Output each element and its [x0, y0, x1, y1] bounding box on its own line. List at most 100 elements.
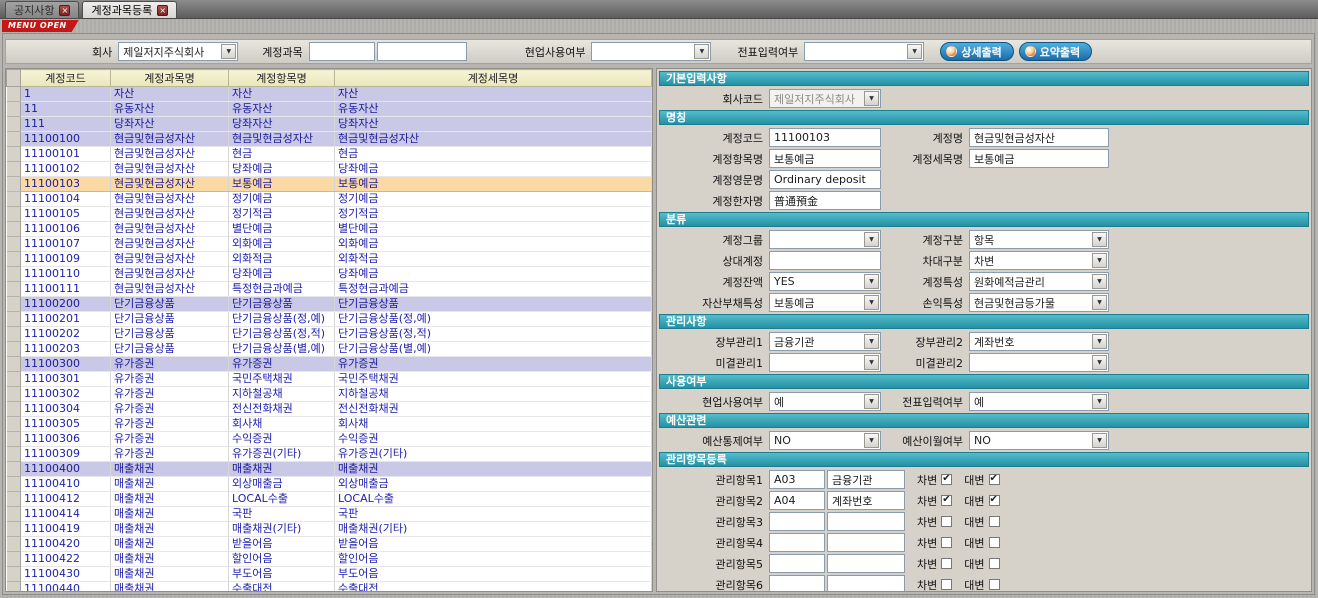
close-icon[interactable]: ×: [157, 5, 168, 16]
row-selector[interactable]: [7, 282, 21, 297]
account-group-select[interactable]: ▼: [769, 230, 881, 249]
field-use-select[interactable]: 예 ▼: [769, 392, 881, 411]
credit-checkbox[interactable]: [989, 537, 1000, 548]
column-header-item-name[interactable]: 계정항목명: [229, 70, 335, 87]
table-row[interactable]: 11100302유가증권지하철공채지하철공채: [7, 387, 652, 402]
slip-input-filter-select[interactable]: ▼: [804, 42, 924, 61]
open-mgmt1-select[interactable]: ▼: [769, 353, 881, 372]
field-use-filter-select[interactable]: ▼: [591, 42, 711, 61]
row-selector[interactable]: [7, 342, 21, 357]
debit-credit-division-select[interactable]: 차변 ▼: [969, 251, 1109, 270]
table-row[interactable]: 11100200단기금융상품단기금융상품단기금융상품: [7, 297, 652, 312]
table-row[interactable]: 11100414매출채권국판국판: [7, 507, 652, 522]
hanja-name-field[interactable]: [769, 191, 881, 210]
budget-control-select[interactable]: NO ▼: [769, 431, 881, 450]
tab-account-registration[interactable]: 계정과목등록 ×: [82, 1, 177, 18]
row-selector[interactable]: [7, 402, 21, 417]
credit-checkbox[interactable]: [989, 558, 1000, 569]
row-selector[interactable]: [7, 537, 21, 552]
table-row[interactable]: 11100309유가증권유가증권(기타)유가증권(기타): [7, 447, 652, 462]
table-row[interactable]: 11100422매출채권할인어음할인어음: [7, 552, 652, 567]
row-selector[interactable]: [7, 102, 21, 117]
row-selector[interactable]: [7, 297, 21, 312]
credit-checkbox[interactable]: [989, 579, 1000, 590]
row-selector[interactable]: [7, 87, 21, 102]
table-row[interactable]: 11100103현금및현금성자산보통예금보통예금: [7, 177, 652, 192]
row-selector[interactable]: [7, 462, 21, 477]
chevron-down-icon[interactable]: ▼: [1092, 355, 1107, 370]
row-selector[interactable]: [7, 552, 21, 567]
column-header-detail-name[interactable]: 계정세목명: [335, 70, 652, 87]
asset-liability-trait-select[interactable]: 보통예금 ▼: [769, 293, 881, 312]
menu-open-button[interactable]: MENU OPEN: [2, 20, 79, 32]
chevron-down-icon[interactable]: ▼: [1092, 253, 1107, 268]
row-selector[interactable]: [7, 372, 21, 387]
credit-checkbox[interactable]: [989, 474, 1000, 485]
slip-input-select[interactable]: 예 ▼: [969, 392, 1109, 411]
book-mgmt2-select[interactable]: 계좌번호 ▼: [969, 332, 1109, 351]
row-selector[interactable]: [7, 522, 21, 537]
table-row[interactable]: 11100430매출채권부도어음부도어음: [7, 567, 652, 582]
chevron-down-icon[interactable]: ▼: [1092, 433, 1107, 448]
chevron-down-icon[interactable]: ▼: [694, 44, 709, 59]
account-balance-select[interactable]: YES ▼: [769, 272, 881, 291]
chevron-down-icon[interactable]: ▼: [1092, 334, 1107, 349]
mgmt-item-name-input[interactable]: [827, 491, 905, 510]
row-selector[interactable]: [7, 492, 21, 507]
mgmt-item-code-input[interactable]: [769, 491, 825, 510]
chevron-down-icon[interactable]: ▼: [864, 274, 879, 289]
table-row[interactable]: 11100412매출채권LOCAL수출LOCAL수출: [7, 492, 652, 507]
row-selector[interactable]: [7, 267, 21, 282]
account-division-select[interactable]: 항목 ▼: [969, 230, 1109, 249]
column-header-account-code[interactable]: 계정코드: [21, 70, 111, 87]
chevron-down-icon[interactable]: ▼: [864, 355, 879, 370]
column-header-account-name[interactable]: 계정과목명: [111, 70, 229, 87]
row-selector[interactable]: [7, 132, 21, 147]
table-row[interactable]: 1자산자산자산: [7, 87, 652, 102]
chevron-down-icon[interactable]: ▼: [1092, 295, 1107, 310]
row-selector[interactable]: [7, 117, 21, 132]
table-row[interactable]: 11100111현금및현금성자산특정현금과예금특정현금과예금: [7, 282, 652, 297]
summary-print-button[interactable]: 요약출력: [1019, 42, 1092, 61]
chevron-down-icon[interactable]: ▼: [1092, 232, 1107, 247]
counter-account-field[interactable]: [769, 251, 881, 270]
table-row[interactable]: 11100109현금및현금성자산외화적금외화적금: [7, 252, 652, 267]
row-selector[interactable]: [7, 582, 21, 593]
row-selector[interactable]: [7, 177, 21, 192]
open-mgmt2-select[interactable]: ▼: [969, 353, 1109, 372]
company-select[interactable]: 제일저지주식회사 ▼: [118, 42, 238, 61]
row-selector[interactable]: [7, 327, 21, 342]
profit-loss-trait-select[interactable]: 현금및현금등가물 ▼: [969, 293, 1109, 312]
row-selector[interactable]: [7, 507, 21, 522]
table-row[interactable]: 11100304유가증권전신전화채권전신전화채권: [7, 402, 652, 417]
chevron-down-icon[interactable]: ▼: [864, 91, 879, 106]
table-row[interactable]: 11유동자산유동자산유동자산: [7, 102, 652, 117]
chevron-down-icon[interactable]: ▼: [907, 44, 922, 59]
mgmt-item-code-input[interactable]: [769, 554, 825, 573]
chevron-down-icon[interactable]: ▼: [864, 232, 879, 247]
table-row[interactable]: 11100300유가증권유가증권유가증권: [7, 357, 652, 372]
row-selector[interactable]: [7, 222, 21, 237]
mgmt-item-name-input[interactable]: [827, 512, 905, 531]
row-selector[interactable]: [7, 237, 21, 252]
row-selector[interactable]: [7, 447, 21, 462]
row-selector[interactable]: [7, 192, 21, 207]
debit-checkbox[interactable]: [941, 495, 952, 506]
detail-name-field[interactable]: [969, 149, 1109, 168]
table-row[interactable]: 11100420매출채권받을어음받을어음: [7, 537, 652, 552]
account-code-field[interactable]: [769, 128, 881, 147]
table-row[interactable]: 11100106현금및현금성자산별단예금별단예금: [7, 222, 652, 237]
table-row[interactable]: 11100400매출채권매출채권매출채권: [7, 462, 652, 477]
table-row[interactable]: 11100104현금및현금성자산정기예금정기예금: [7, 192, 652, 207]
row-selector[interactable]: [7, 312, 21, 327]
table-row[interactable]: 11100440매출채권수출대전수출대전: [7, 582, 652, 593]
english-name-field[interactable]: [769, 170, 881, 189]
table-row[interactable]: 11100100현금및현금성자산현금및현금성자산현금및현금성자산: [7, 132, 652, 147]
mgmt-item-name-input[interactable]: [827, 575, 905, 592]
mgmt-item-name-input[interactable]: [827, 554, 905, 573]
debit-checkbox[interactable]: [941, 474, 952, 485]
chevron-down-icon[interactable]: ▼: [221, 44, 236, 59]
table-row[interactable]: 11100410매출채권외상매출금외상매출금: [7, 477, 652, 492]
debit-checkbox[interactable]: [941, 579, 952, 590]
chevron-down-icon[interactable]: ▼: [864, 295, 879, 310]
